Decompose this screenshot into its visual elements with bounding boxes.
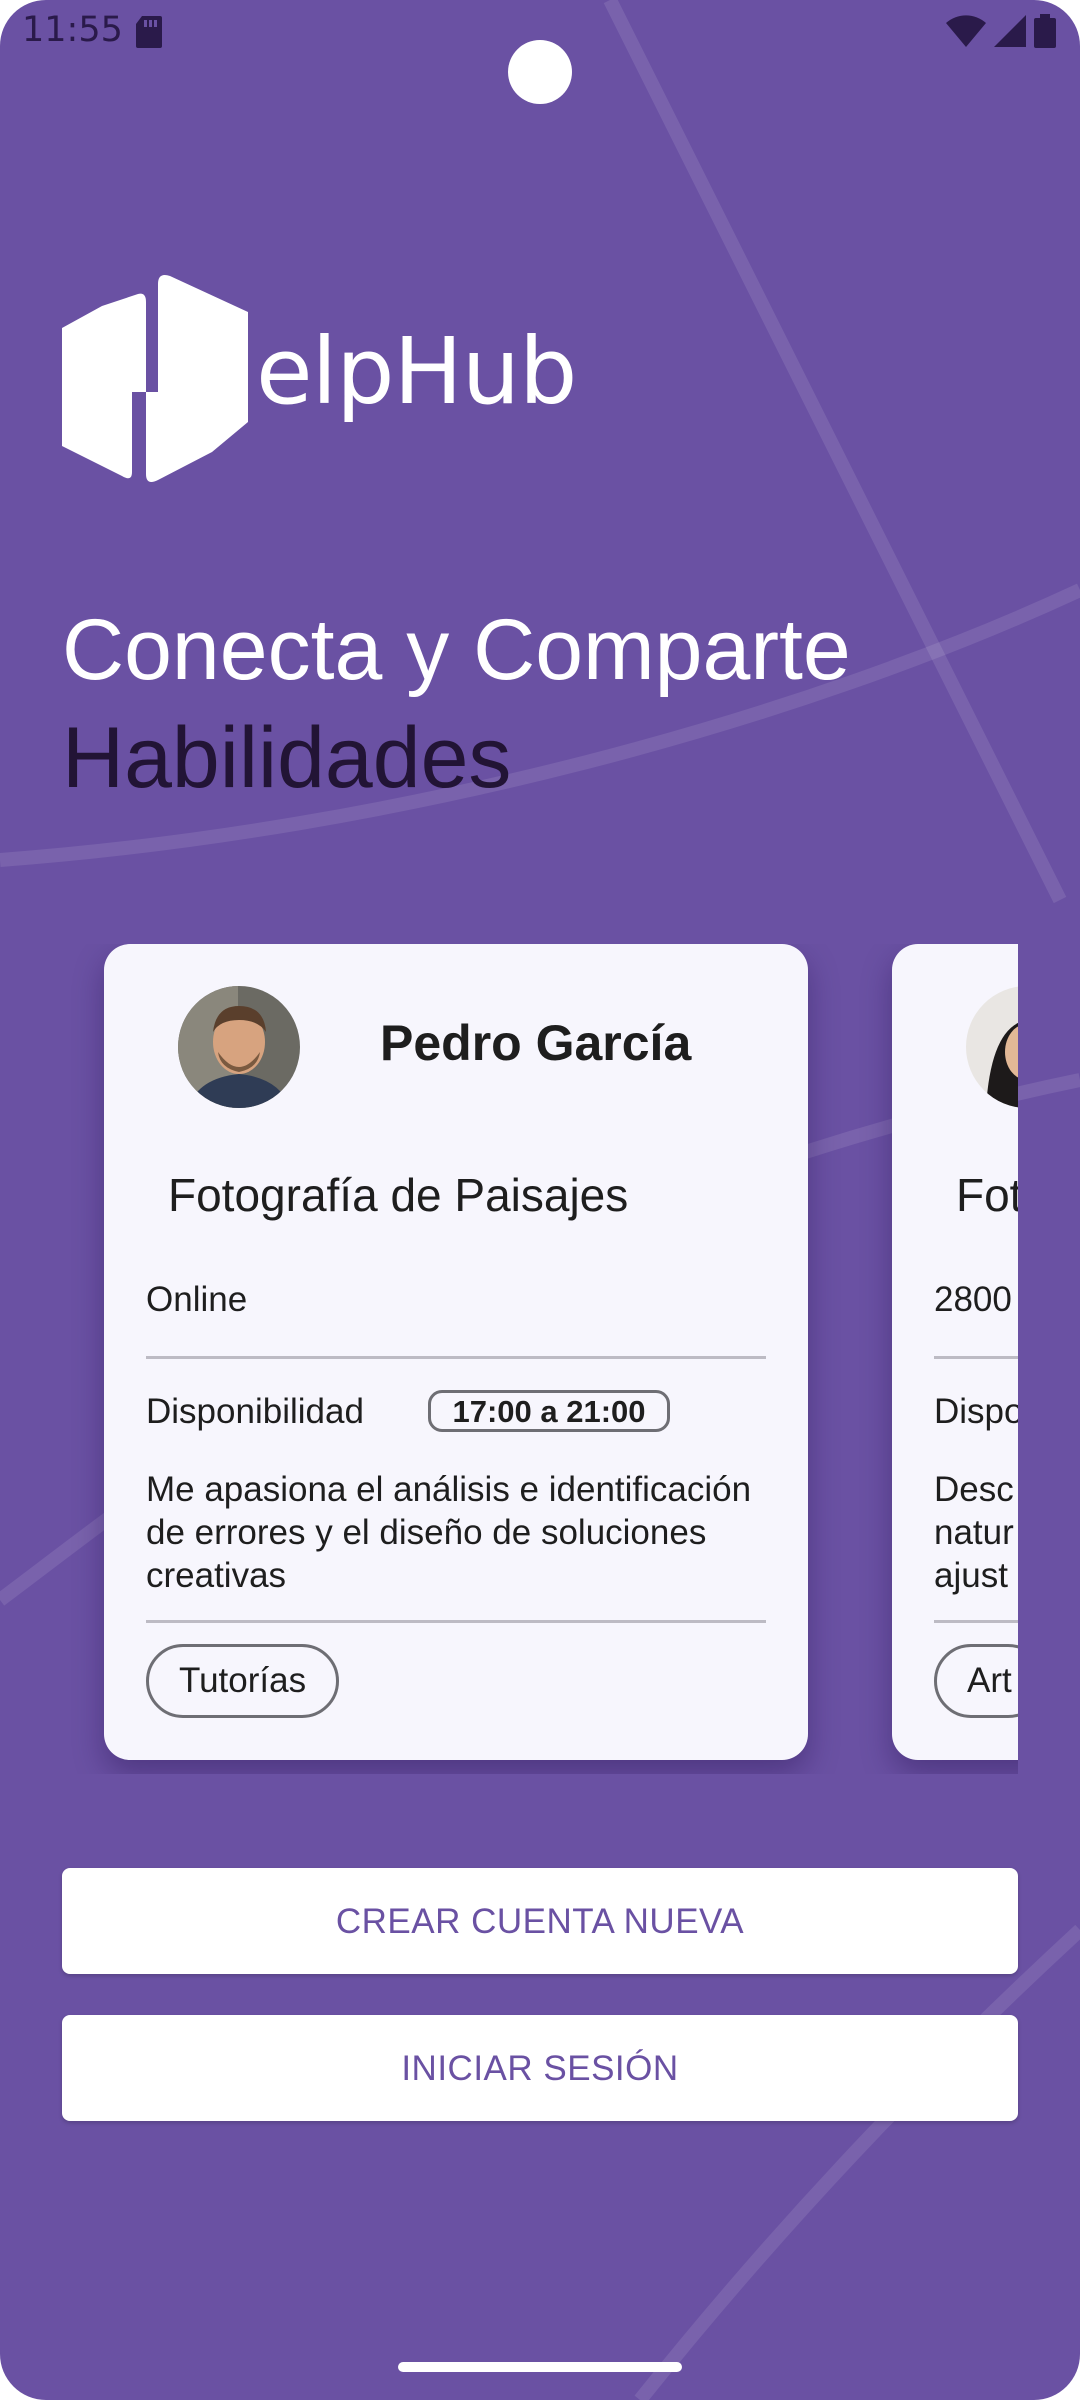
profile-description: Me apasiona el análisis e identificación… (146, 1470, 752, 1595)
signal-icon (994, 15, 1026, 47)
divider (146, 1356, 766, 1359)
profile-location: 2800 (934, 1280, 1012, 1319)
front-camera (508, 40, 572, 104)
divider (146, 1620, 766, 1623)
avatar (178, 986, 300, 1108)
hero-line-2: Habilidades (62, 710, 512, 806)
category-chip[interactable]: Tutorías (146, 1644, 340, 1718)
profile-card[interactable]: Pedro García Fotografía de Paisajes Onli… (104, 944, 808, 1760)
battery-icon (1034, 14, 1056, 48)
status-time: 11:55 (22, 10, 123, 50)
availability-time-badge: 17:00 a 21:00 (428, 1390, 670, 1432)
profile-location: Online (146, 1280, 248, 1319)
divider (934, 1620, 1018, 1623)
hero-line-1: Conecta y Comparte (62, 602, 851, 698)
availability-label: Disponibilidad (146, 1392, 364, 1431)
profile-card[interactable]: Fot 2800 Dispo Desc natur ajust Art (892, 944, 1018, 1760)
avatar (966, 986, 1018, 1108)
home-indicator[interactable] (398, 2362, 682, 2372)
create-account-button[interactable]: CREAR CUENTA NUEVA (62, 1868, 1018, 1974)
profile-carousel[interactable]: Pedro García Fotografía de Paisajes Onli… (62, 944, 1018, 1774)
logo-wordmark: elpHub (256, 318, 577, 425)
hero-headline: Conecta y Comparte Habilidades (62, 596, 851, 812)
sd-card-icon (136, 16, 162, 48)
category-chip[interactable]: Art (934, 1644, 1018, 1718)
welcome-screen: 11:55 elpHub Conecta y Comparte Habilida… (0, 0, 1080, 2400)
login-button[interactable]: INICIAR SESIÓN (62, 2015, 1018, 2121)
profile-skill: Fotografía de Paisajes (168, 1169, 629, 1221)
availability-label: Dispo (934, 1392, 1018, 1431)
wifi-icon (946, 15, 986, 47)
profile-skill: Fot (956, 1169, 1018, 1221)
profile-description: Desc natur ajust (934, 1470, 1014, 1595)
profile-name: Pedro García (380, 1015, 692, 1071)
divider (934, 1356, 1018, 1359)
